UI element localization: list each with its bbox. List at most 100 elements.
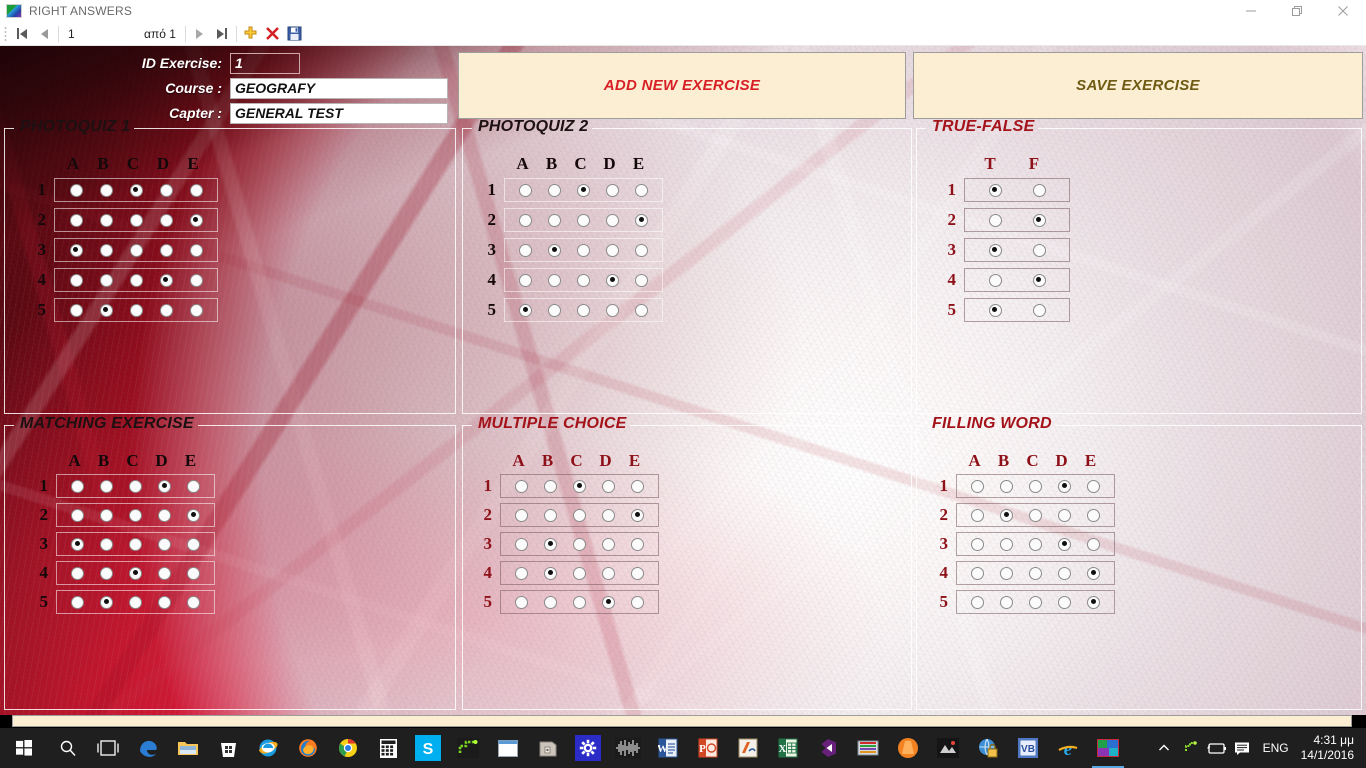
radio-icon[interactable] — [635, 183, 648, 197]
radio-icon[interactable] — [519, 213, 532, 227]
radio-option-5-d[interactable] — [1050, 591, 1079, 613]
vlc-button[interactable] — [888, 728, 928, 768]
radio-option-4-c[interactable] — [1021, 562, 1050, 584]
radio-option-4-d[interactable] — [150, 562, 179, 584]
radio-icon[interactable] — [1029, 537, 1042, 551]
radio-icon[interactable] — [1032, 243, 1046, 257]
radio-option-2-b[interactable] — [91, 209, 121, 231]
radio-option-4-f[interactable] — [1017, 269, 1061, 291]
radio-option-5-e[interactable] — [179, 591, 208, 613]
radio-option-2-b[interactable] — [92, 504, 121, 526]
radio-icon[interactable] — [129, 566, 142, 580]
radio-option-5-d[interactable] — [150, 591, 179, 613]
radio-option-4-d[interactable] — [1050, 562, 1079, 584]
radio-icon[interactable] — [988, 213, 1002, 227]
radio-option-1-d[interactable] — [151, 179, 181, 201]
radio-option-5-c[interactable] — [569, 299, 598, 321]
radio-option-4-b[interactable] — [540, 269, 569, 291]
radio-option-1-b[interactable] — [92, 475, 121, 497]
task-view-button[interactable] — [88, 728, 128, 768]
radio-icon[interactable] — [71, 595, 84, 609]
current-record-input[interactable]: 1 — [65, 24, 121, 43]
radio-icon[interactable] — [577, 183, 590, 197]
radio-icon[interactable] — [129, 537, 142, 551]
radio-option-2-e[interactable] — [1079, 504, 1108, 526]
visual-basic-button[interactable]: VB — [1008, 728, 1048, 768]
radio-option-5-e[interactable] — [623, 591, 652, 613]
radio-option-4-a[interactable] — [511, 269, 540, 291]
radio-icon[interactable] — [187, 508, 200, 522]
radio-option-4-a[interactable] — [63, 562, 92, 584]
radio-option-5-t[interactable] — [973, 299, 1017, 321]
radio-icon[interactable] — [573, 537, 586, 551]
radio-icon[interactable] — [602, 537, 615, 551]
radio-icon[interactable] — [519, 303, 532, 317]
radio-icon[interactable] — [577, 303, 590, 317]
radio-option-2-d[interactable] — [594, 504, 623, 526]
radio-option-2-e[interactable] — [181, 209, 211, 231]
radio-option-2-e[interactable] — [179, 504, 208, 526]
radio-option-2-d[interactable] — [1050, 504, 1079, 526]
radio-option-1-e[interactable] — [627, 179, 656, 201]
radio-icon[interactable] — [100, 595, 113, 609]
radio-icon[interactable] — [1029, 479, 1042, 493]
radio-option-5-d[interactable] — [598, 299, 627, 321]
radio-option-5-b[interactable] — [92, 591, 121, 613]
radio-icon[interactable] — [573, 595, 586, 609]
radio-option-3-f[interactable] — [1017, 239, 1061, 261]
radio-option-4-b[interactable] — [536, 562, 565, 584]
radio-icon[interactable] — [1029, 566, 1042, 580]
radio-icon[interactable] — [548, 303, 561, 317]
radio-icon[interactable] — [71, 566, 84, 580]
radio-icon[interactable] — [573, 566, 586, 580]
radio-option-4-c[interactable] — [569, 269, 598, 291]
radio-icon[interactable] — [71, 537, 84, 551]
radio-icon[interactable] — [99, 213, 113, 227]
radio-icon[interactable] — [1029, 595, 1042, 609]
radio-icon[interactable] — [1087, 595, 1100, 609]
radio-icon[interactable] — [99, 303, 113, 317]
radio-option-1-a[interactable] — [61, 179, 91, 201]
radio-option-3-a[interactable] — [511, 239, 540, 261]
radio-icon[interactable] — [519, 243, 532, 257]
radio-icon[interactable] — [1058, 566, 1071, 580]
radio-option-1-a[interactable] — [63, 475, 92, 497]
radio-icon[interactable] — [635, 303, 648, 317]
radio-option-2-t[interactable] — [973, 209, 1017, 231]
radio-option-5-e[interactable] — [627, 299, 656, 321]
powerpoint-button[interactable]: P — [688, 728, 728, 768]
radio-option-3-b[interactable] — [91, 239, 121, 261]
minimize-button[interactable] — [1228, 0, 1274, 22]
radio-icon[interactable] — [515, 479, 528, 493]
radio-option-1-e[interactable] — [1079, 475, 1108, 497]
skype-button[interactable]: S — [408, 728, 448, 768]
radio-option-5-a[interactable] — [63, 591, 92, 613]
radio-option-1-e[interactable] — [623, 475, 652, 497]
radio-icon[interactable] — [1058, 508, 1071, 522]
radio-option-4-c[interactable] — [121, 269, 151, 291]
radio-icon[interactable] — [1032, 303, 1046, 317]
radio-icon[interactable] — [577, 273, 590, 287]
media-player-button[interactable] — [728, 728, 768, 768]
calculator-button[interactable] — [368, 728, 408, 768]
radio-icon[interactable] — [631, 508, 644, 522]
save-exercise-button[interactable]: SAVE EXERCISE — [913, 52, 1363, 119]
radio-icon[interactable] — [129, 595, 142, 609]
radio-icon[interactable] — [519, 273, 532, 287]
radio-option-3-c[interactable] — [121, 239, 151, 261]
radio-option-3-a[interactable] — [507, 533, 536, 555]
radio-icon[interactable] — [635, 243, 648, 257]
radio-icon[interactable] — [189, 303, 203, 317]
radio-icon[interactable] — [606, 273, 619, 287]
antivirus-tray-icon[interactable] — [1177, 728, 1203, 768]
radio-icon[interactable] — [544, 595, 557, 609]
radio-option-2-e[interactable] — [623, 504, 652, 526]
radio-icon[interactable] — [988, 243, 1002, 257]
radio-icon[interactable] — [69, 243, 83, 257]
radio-option-2-c[interactable] — [121, 209, 151, 231]
radio-icon[interactable] — [158, 537, 171, 551]
radio-option-4-a[interactable] — [963, 562, 992, 584]
radio-icon[interactable] — [515, 508, 528, 522]
radio-option-1-b[interactable] — [536, 475, 565, 497]
radio-icon[interactable] — [635, 213, 648, 227]
